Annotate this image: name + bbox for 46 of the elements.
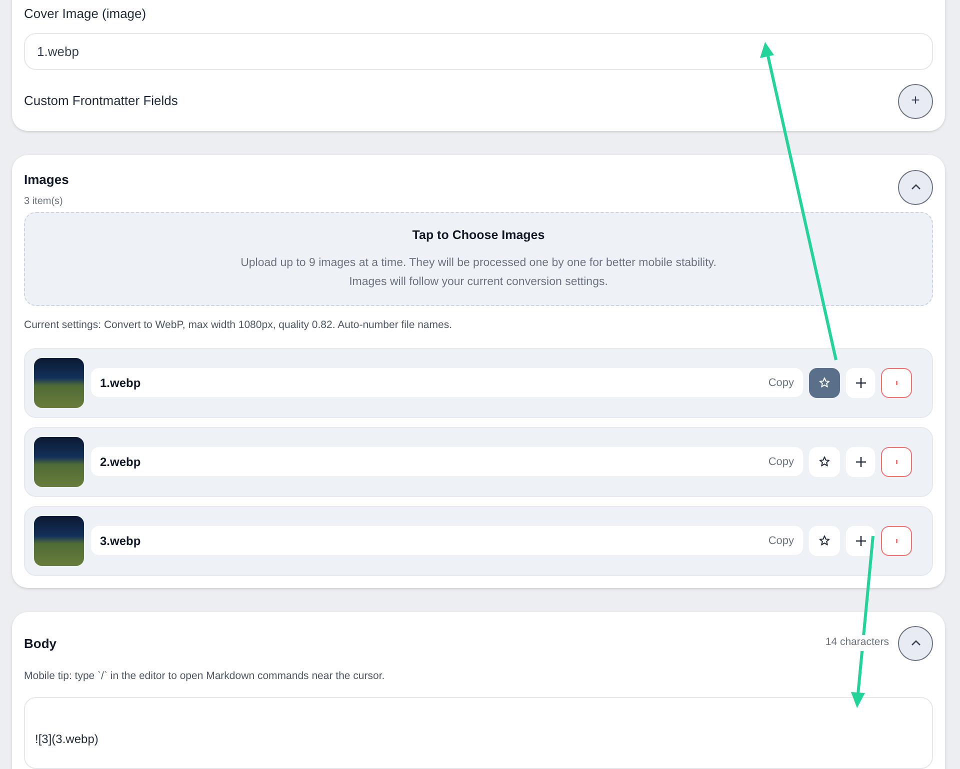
set-cover-button[interactable]	[809, 526, 840, 556]
collapse-button[interactable]	[898, 170, 933, 204]
dropzone-title: Tap to Choose Images	[412, 226, 545, 244]
plus-icon	[856, 378, 866, 388]
copy-button[interactable]: Copy	[768, 454, 794, 470]
item-count: 3 item(s)	[24, 195, 64, 209]
copy-button[interactable]: Copy	[768, 532, 794, 549]
filename-field[interactable]: 1.webp Copy	[91, 368, 803, 398]
insert-button[interactable]	[846, 446, 875, 477]
plus-icon	[856, 456, 866, 467]
filename-field[interactable]: 2.webp Copy	[91, 447, 803, 476]
filename-text: 2.webp	[100, 454, 141, 471]
filename-text: 3.webp	[100, 532, 141, 550]
collapse-button[interactable]	[898, 626, 933, 661]
thumbnail-placeholder	[34, 358, 84, 408]
star-icon	[819, 377, 830, 388]
editor-text: ![3](3.webp)	[35, 730, 100, 748]
filename-field[interactable]: 3.webp Copy	[91, 526, 803, 556]
character-count: 14 characters	[825, 635, 889, 652]
settings-note: Current settings: Convert to WebP, max width 1080px, quality 0.82. Auto-number file names.	[24, 318, 454, 333]
delete-button[interactable]	[881, 368, 912, 398]
section-title: Body	[24, 634, 56, 653]
plus-icon	[856, 536, 866, 546]
markdown-editor[interactable]: ![3](3.webp)	[24, 696, 933, 768]
star-icon	[819, 535, 830, 546]
copy-button[interactable]: Copy	[768, 374, 794, 391]
thumbnail-placeholder	[34, 516, 84, 566]
dropzone-text: Images will follow your current conversion settings.	[349, 275, 608, 290]
star-icon	[819, 456, 830, 468]
input-field[interactable]: 1.webp	[24, 32, 933, 70]
insert-button[interactable]	[846, 368, 875, 398]
field-label: Cover Image (image)	[24, 5, 148, 23]
section-label: Custom Frontmatter Fields	[24, 92, 178, 110]
thumbnail-placeholder	[34, 436, 84, 487]
delete-button[interactable]	[881, 446, 912, 477]
dropzone-text: Upload up to 9 images at a time. They will be processed one by one for better mobile stability.	[240, 256, 716, 272]
section-title: Images	[24, 170, 69, 189]
set-cover-button[interactable]	[809, 446, 840, 477]
chevron-up-icon	[910, 640, 920, 646]
add-field-button[interactable]: +	[898, 84, 933, 118]
insert-button[interactable]	[846, 526, 875, 556]
chevron-up-icon	[910, 184, 920, 190]
delete-button[interactable]	[881, 526, 912, 556]
upload-dropzone[interactable]: Tap to Choose Images Upload up to 9 images at a time. They will be processed one by one for better mobile stability. Images will follow your current conversion settings.	[24, 212, 933, 306]
editor-tip: Mobile tip: type `/` in the editor to open Markdown commands near the cursor.	[24, 668, 386, 684]
filename-text: 1.webp	[100, 374, 141, 392]
